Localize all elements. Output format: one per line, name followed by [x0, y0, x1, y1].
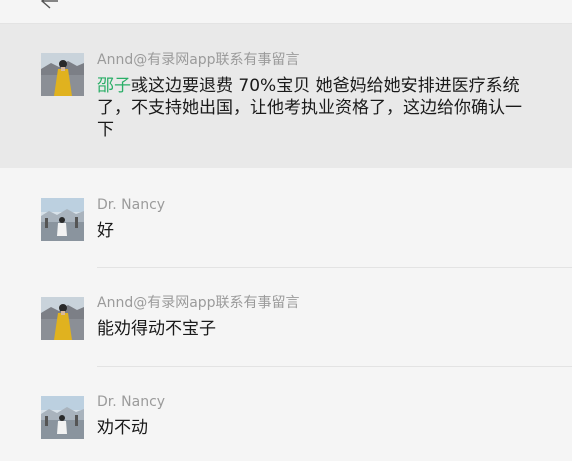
avatar-landscape-person-icon: [41, 198, 84, 241]
sender-name: Annd@有录网app联系有事留言: [97, 52, 300, 68]
avatar-woman-yellow-dress-icon: [41, 297, 84, 340]
avatar[interactable]: [41, 53, 84, 96]
top-bar: [0, 0, 572, 24]
message-item[interactable]: Dr. Nancy 好: [0, 169, 572, 267]
message-body: 彧这边要退费 70%宝贝 她爸妈给她安排进医疗系统了，不支持她出国，让他考执业资…: [97, 76, 522, 140]
back-arrow-icon[interactable]: [38, 0, 60, 10]
message-text[interactable]: 好: [97, 220, 537, 242]
message-text[interactable]: 劝不动: [97, 417, 537, 439]
message-text[interactable]: 能劝得动不宝子: [97, 318, 537, 340]
avatar[interactable]: [41, 297, 84, 340]
avatar-woman-yellow-dress-icon: [41, 53, 84, 96]
chat-screen: Annd@有录网app联系有事留言 邵子彧这边要退费 70%宝贝 她爸妈给她安排…: [0, 0, 572, 461]
message-item[interactable]: Dr. Nancy 劝不动: [0, 367, 572, 461]
avatar-landscape-person-icon: [41, 396, 84, 439]
message-text[interactable]: 邵子彧这边要退费 70%宝贝 她爸妈给她安排进医疗系统了，不支持她出国，让他考执…: [97, 75, 537, 141]
message-item[interactable]: Annd@有录网app联系有事留言 邵子彧这边要退费 70%宝贝 她爸妈给她安排…: [0, 24, 572, 168]
mention-link[interactable]: 邵子: [97, 76, 131, 96]
avatar[interactable]: [41, 396, 84, 439]
message-item[interactable]: Annd@有录网app联系有事留言 能劝得动不宝子: [0, 268, 572, 366]
sender-name: Dr. Nancy: [97, 394, 166, 410]
avatar[interactable]: [41, 198, 84, 241]
sender-name: Annd@有录网app联系有事留言: [97, 295, 300, 311]
sender-name: Dr. Nancy: [97, 197, 166, 213]
